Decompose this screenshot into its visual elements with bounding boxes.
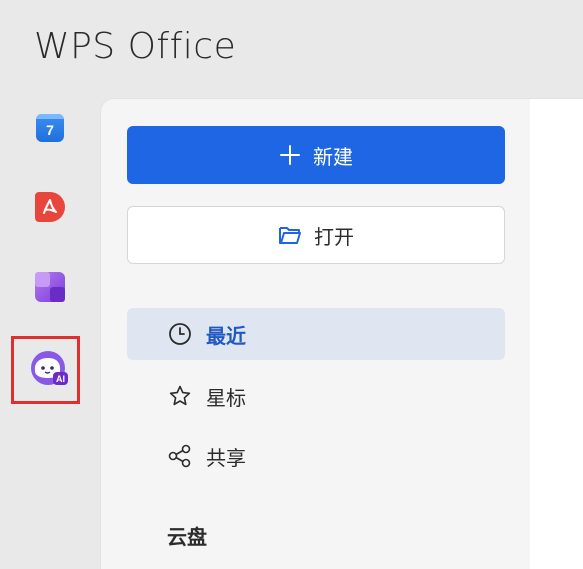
share-icon bbox=[167, 443, 193, 469]
calendar-icon[interactable]: 7 bbox=[36, 114, 64, 142]
nav-item-starred[interactable]: 星标 bbox=[127, 370, 505, 422]
nav-item-shared[interactable]: 共享 bbox=[127, 430, 505, 482]
pdf-icon[interactable] bbox=[35, 192, 65, 222]
pdf-glyph-icon bbox=[43, 199, 57, 214]
app-brand-title: WPS Office bbox=[34, 26, 237, 67]
folder-open-icon bbox=[278, 224, 302, 246]
nav-item-label: 星标 bbox=[206, 385, 246, 410]
nav-item-label: 最近 bbox=[206, 323, 246, 348]
apps-glyph-icon bbox=[35, 272, 65, 302]
open-button-label: 打开 bbox=[314, 224, 354, 249]
clock-icon bbox=[167, 321, 193, 347]
nav-item-label: 共享 bbox=[206, 445, 246, 470]
open-button[interactable]: 打开 bbox=[127, 206, 505, 264]
ai-assistant-icon[interactable]: AI bbox=[30, 350, 68, 386]
new-button-label: 新建 bbox=[313, 144, 353, 169]
nav-item-recent[interactable]: 最近 bbox=[127, 308, 505, 360]
section-cloud-heading: 云盘 bbox=[167, 525, 207, 549]
content-area bbox=[530, 98, 583, 569]
calendar-number: 7 bbox=[46, 122, 54, 138]
apps-icon[interactable] bbox=[35, 272, 65, 302]
new-button[interactable]: 新建 bbox=[127, 126, 505, 184]
ai-badge-text: AI bbox=[56, 374, 65, 384]
plus-icon bbox=[279, 144, 301, 166]
star-icon bbox=[167, 383, 193, 409]
